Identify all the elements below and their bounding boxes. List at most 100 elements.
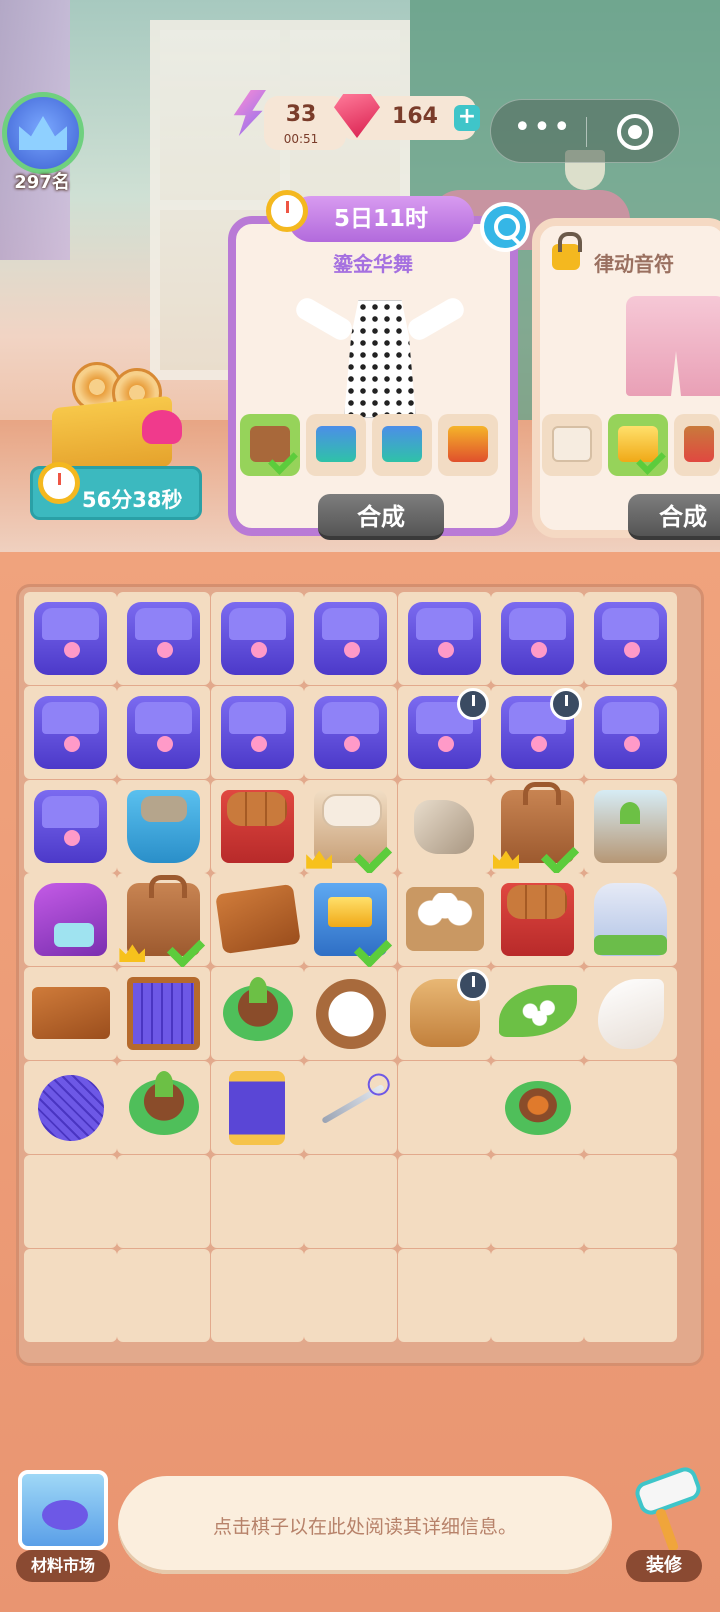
merge-button[interactable]: 合成 (628, 494, 720, 540)
sewing-kit-icon[interactable] (314, 695, 388, 769)
seed-pot-icon[interactable] (505, 1081, 571, 1135)
board-cell[interactable] (584, 873, 678, 967)
add-gems-button[interactable]: + (454, 105, 480, 131)
board-cell[interactable] (304, 873, 398, 969)
board-cell[interactable] (210, 1248, 304, 1342)
board-cell[interactable] (491, 1061, 584, 1154)
board-cell[interactable] (210, 685, 304, 779)
board-cell[interactable] (24, 1061, 117, 1154)
sewing-kit-icon[interactable] (220, 695, 294, 769)
gift-box-icon[interactable] (42, 362, 182, 479)
board-cell[interactable] (491, 967, 584, 1061)
board-cell[interactable] (584, 592, 678, 685)
board-cell[interactable] (210, 1154, 304, 1248)
sprout-box-icon[interactable] (594, 789, 668, 863)
needle-thread-icon[interactable] (321, 1083, 385, 1125)
board-cell[interactable] (584, 967, 678, 1061)
board-cell[interactable] (24, 873, 117, 967)
board-cell[interactable] (304, 685, 398, 779)
board-cell[interactable] (210, 873, 304, 967)
merge-button[interactable]: 合成 (318, 494, 444, 540)
board-cell[interactable] (210, 1061, 304, 1154)
board-cell[interactable] (491, 685, 584, 779)
board-cell[interactable] (491, 779, 584, 875)
wood-rolls-icon[interactable] (220, 789, 294, 863)
yarn-ball-icon[interactable] (38, 1075, 104, 1141)
sewing-kit-icon[interactable] (594, 602, 668, 675)
sewing-kit-icon[interactable] (314, 602, 388, 675)
sewing-kit-icon[interactable] (407, 602, 481, 675)
board-cell[interactable] (24, 592, 117, 685)
sewing-kit-icon[interactable] (220, 602, 294, 675)
board-cell[interactable] (584, 779, 678, 873)
more-options-button[interactable]: ••• (513, 100, 573, 164)
requirement-leather-bag[interactable] (240, 414, 300, 476)
player-avatar[interactable] (2, 92, 84, 174)
board-cell[interactable] (24, 967, 117, 1061)
sewing-kit-icon[interactable] (34, 695, 107, 769)
yarn-loom-icon[interactable] (127, 977, 201, 1051)
sprout-pot-icon[interactable] (222, 977, 293, 1042)
decorate-label[interactable]: 装修 (626, 1550, 702, 1582)
board-cell[interactable] (491, 1154, 584, 1248)
board-cell[interactable] (117, 685, 211, 779)
board-cell[interactable] (397, 779, 491, 873)
board-cell[interactable] (304, 592, 398, 685)
sewing-kit-icon[interactable] (34, 789, 107, 863)
material-market-label[interactable]: 材料市场 (16, 1550, 110, 1582)
board-cell[interactable] (491, 873, 584, 967)
board-cell[interactable] (117, 967, 211, 1061)
sewing-kit-icon[interactable] (127, 602, 201, 675)
board-cell[interactable] (584, 1248, 678, 1342)
cotton-tray-icon[interactable] (405, 887, 484, 952)
sprout-pot-icon[interactable] (129, 1071, 200, 1135)
leather-sheet-icon[interactable] (215, 884, 301, 955)
requirement-sewing-machine[interactable] (438, 414, 498, 476)
leaf-pearls-icon[interactable] (499, 985, 577, 1038)
requirement-fabric-stack[interactable] (372, 414, 432, 476)
thread-spool-icon[interactable] (228, 1071, 285, 1145)
leather-strips-icon[interactable] (32, 987, 110, 1040)
board-cell[interactable] (491, 592, 584, 685)
board-cell[interactable] (117, 1061, 211, 1154)
board-cell[interactable] (397, 1248, 491, 1342)
silk-cushion-icon[interactable] (594, 883, 668, 957)
sewing-kit-icon[interactable] (34, 602, 107, 675)
feather-icon[interactable] (598, 979, 665, 1050)
board-cell[interactable] (117, 1248, 211, 1342)
requirement-cloth-roll[interactable] (542, 414, 602, 476)
board-cell[interactable] (24, 1248, 117, 1342)
sewing-machine-icon[interactable] (34, 883, 107, 957)
requirement-wood-rolls[interactable] (674, 414, 720, 476)
board-cell[interactable] (117, 779, 211, 873)
wood-rolls-icon[interactable] (501, 883, 574, 957)
board-cell[interactable] (397, 967, 491, 1061)
board-cell[interactable] (397, 1154, 491, 1248)
board-cell[interactable] (397, 685, 491, 779)
board-cell[interactable] (304, 1154, 398, 1248)
board-cell[interactable] (304, 1061, 398, 1154)
board-cell[interactable] (210, 779, 304, 873)
board-cell[interactable] (117, 873, 211, 969)
board-cell[interactable] (24, 685, 117, 779)
requirement-fabric-stack[interactable] (306, 414, 366, 476)
board-cell[interactable] (24, 779, 117, 873)
stone-bucket-icon[interactable] (127, 789, 201, 863)
cotton-plate-icon[interactable] (316, 979, 387, 1050)
close-target-icon[interactable] (617, 114, 653, 150)
requirement-gold-bars[interactable] (608, 414, 668, 476)
sewing-kit-icon[interactable] (501, 602, 574, 675)
board-cell[interactable] (210, 592, 304, 685)
board-cell[interactable] (304, 1248, 398, 1342)
board-cell[interactable] (397, 873, 491, 967)
board-cell[interactable] (584, 685, 678, 779)
board-cell[interactable] (304, 967, 398, 1061)
board-cell[interactable] (397, 1061, 491, 1154)
board-cell[interactable] (584, 1154, 678, 1248)
sewing-kit-icon[interactable] (594, 695, 668, 769)
board-cell[interactable] (117, 592, 211, 685)
search-icon[interactable] (480, 202, 530, 252)
board-cell[interactable] (584, 1061, 678, 1154)
sewing-kit-icon[interactable] (127, 695, 201, 769)
board-cell[interactable] (397, 592, 491, 685)
